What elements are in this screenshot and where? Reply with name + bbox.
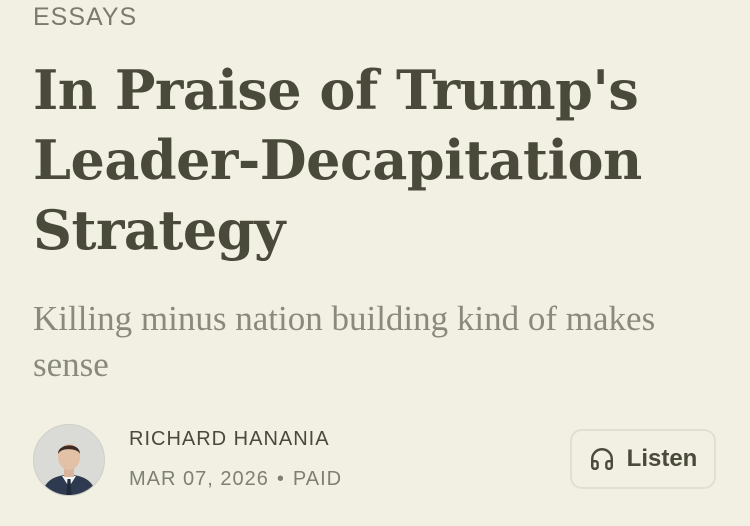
listen-button[interactable]: Listen — [570, 429, 716, 489]
article-title: In Praise of Trump's Leader-Decapitation… — [33, 58, 642, 262]
byline: RICHARD HANANIA MAR 07, 2026 • PAID Listen — [33, 424, 723, 496]
article-header: ESSAYS In Praise of Trump's Leader-Decap… — [0, 0, 750, 526]
post-meta: MAR 07, 2026 • PAID — [129, 468, 342, 491]
meta-separator: • — [276, 468, 285, 490]
section-label[interactable]: ESSAYS — [33, 0, 137, 34]
author-avatar[interactable] — [33, 424, 105, 496]
article-subtitle: Killing minus nation building kind of ma… — [33, 299, 656, 384]
avatar-image — [34, 425, 104, 495]
listen-label: Listen — [626, 445, 698, 472]
author-name[interactable]: RICHARD HANANIA — [129, 428, 330, 451]
headphones-icon — [589, 446, 615, 472]
access-label: PAID — [292, 468, 343, 490]
post-date: MAR 07, 2026 — [129, 468, 269, 490]
